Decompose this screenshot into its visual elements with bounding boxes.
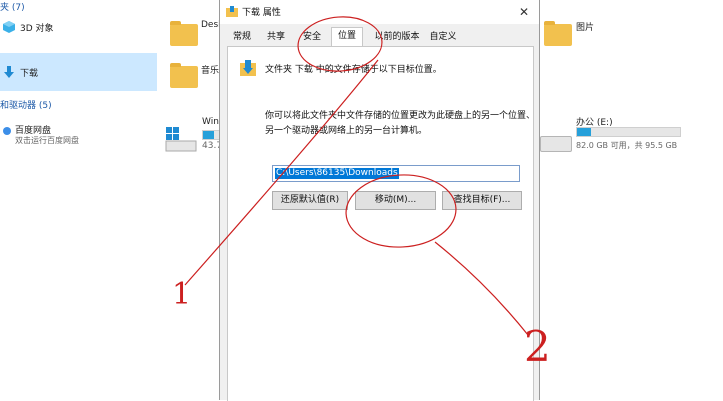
annotation-line-1: [184, 59, 379, 286]
annotation-label-2: 2: [524, 322, 551, 371]
annotation-line-2: [434, 241, 529, 336]
annotation-overlay: 1 2: [172, 16, 551, 371]
annotation-label-1: 1: [172, 277, 191, 312]
annotation-circle-location-tab: [297, 16, 383, 72]
annotation-circle-move-button: [345, 174, 457, 248]
